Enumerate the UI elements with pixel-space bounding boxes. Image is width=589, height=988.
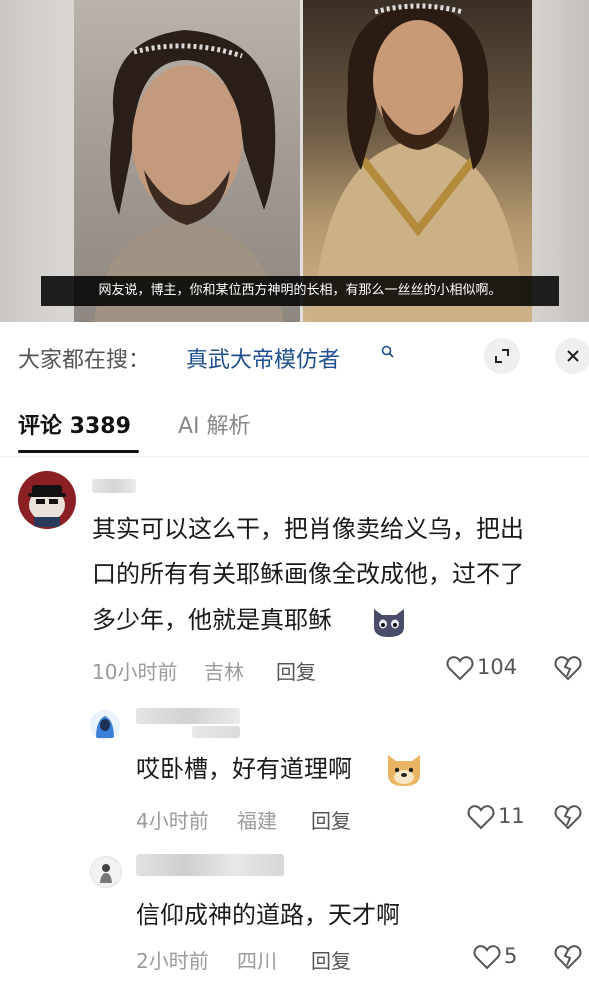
cat-face-emoji-icon: [374, 609, 404, 637]
comment-location: 吉林: [204, 660, 244, 684]
comment-time: 4小时前: [136, 809, 209, 833]
reply-button[interactable]: 回复: [276, 656, 316, 685]
man-portrait-image: [94, 30, 284, 322]
reply-button[interactable]: 回复: [311, 805, 351, 834]
close-icon: [567, 350, 579, 362]
painting-portrait-image: [313, 3, 525, 322]
like-count: 5: [504, 944, 518, 968]
reply-target-name-blurred: [192, 726, 240, 738]
active-tab-indicator: [18, 450, 139, 453]
dog-avatar-icon: [28, 485, 66, 527]
tabs-divider: [0, 456, 589, 457]
video-player[interactable]: 网友说，博主，你和某位西方神明的长相，有那么一丝丝的小相似啊。: [0, 0, 589, 322]
person-avatar-icon: [100, 864, 112, 883]
close-button[interactable]: [555, 338, 589, 374]
like-count: 11: [498, 804, 525, 828]
tab-comments[interactable]: 评论 3389: [18, 408, 131, 440]
comment-location: 福建: [237, 809, 277, 833]
video-frame-left: [74, 0, 300, 322]
comment-time: 10小时前: [92, 660, 178, 684]
like-count: 104: [477, 655, 518, 679]
commenter-name-blurred: [92, 479, 136, 493]
dislike-heart-icon[interactable]: [554, 655, 582, 681]
comment-time: 2小时前: [136, 949, 209, 973]
heart-icon[interactable]: [467, 804, 495, 830]
comment-text-line-2: 口的所有有关耶稣画像全改成他，过不了: [92, 560, 524, 588]
comment-text-line-1: 其实可以这么干，把肖像卖给义乌，把出: [92, 515, 524, 543]
heart-icon[interactable]: [473, 944, 501, 970]
search-suggestion-row: 大家都在搜： 真武大帝模仿者: [0, 322, 589, 394]
avatar[interactable]: [18, 471, 76, 529]
search-prefix-label: 大家都在搜：: [18, 348, 151, 373]
commenter-name-blurred: [136, 708, 240, 724]
search-icon[interactable]: [380, 344, 396, 360]
doge-emoji-icon: [388, 755, 420, 786]
search-term-link[interactable]: 真武大帝模仿者: [186, 342, 340, 374]
hooded-figure-avatar-icon: [96, 716, 114, 738]
comment-text-line-1: 哎卧槽，好有道理啊: [136, 755, 352, 783]
dislike-heart-icon[interactable]: [554, 804, 582, 830]
comment-sheet: 大家都在搜： 真武大帝模仿者 评论 3389 AI 解析 其实可以这么干，把肖像…: [0, 322, 589, 988]
heart-icon[interactable]: [446, 655, 474, 681]
expand-button[interactable]: [484, 338, 520, 374]
tab-ai-analysis[interactable]: AI 解析: [178, 408, 251, 440]
avatar[interactable]: [90, 856, 122, 888]
expand-icon: [495, 349, 509, 363]
video-frame-right: [303, 0, 532, 322]
dislike-heart-icon[interactable]: [554, 944, 582, 970]
comment-text-line-1: 信仰成神的道路，天才啊: [136, 901, 400, 929]
comment-text-line-3: 多少年，他就是真耶稣: [92, 606, 332, 634]
comment-location: 四川: [237, 949, 277, 973]
avatar[interactable]: [90, 710, 120, 740]
comment-tabs: 评论 3389 AI 解析: [0, 400, 589, 456]
reply-button[interactable]: 回复: [311, 945, 351, 974]
commenter-name-blurred: [136, 854, 284, 876]
video-subtitle: 网友说，博主，你和某位西方神明的长相，有那么一丝丝的小相似啊。: [41, 276, 559, 306]
